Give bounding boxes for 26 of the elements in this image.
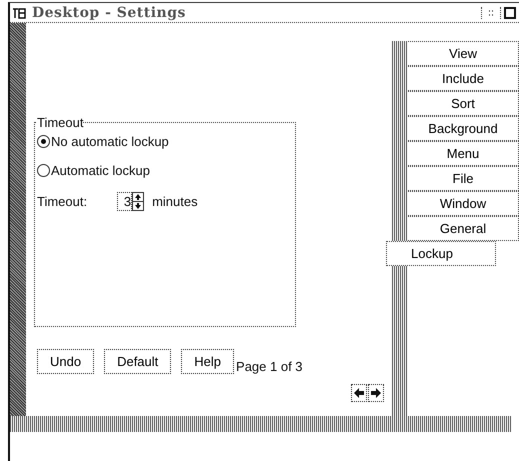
unit-label: minutes [152, 194, 198, 209]
notebook-tab[interactable]: Menu [408, 141, 519, 166]
notebook-tab[interactable]: Include [408, 66, 519, 91]
notebook-tab[interactable]: Window [408, 191, 519, 216]
page-info: Page 1 of 3 [236, 359, 303, 374]
notebook-tab[interactable]: File [408, 166, 519, 191]
system-menu-icon[interactable] [12, 6, 26, 18]
notebook-tab[interactable]: General [408, 216, 519, 241]
next-page-button[interactable] [368, 384, 384, 402]
notebook-tab[interactable]: View [408, 41, 519, 66]
radio-button[interactable] [37, 164, 50, 177]
notebook-tab[interactable]: Lockup [386, 241, 496, 266]
maximize-icon[interactable] [500, 6, 519, 18]
group-title: Timeout [37, 115, 84, 130]
previous-page-button[interactable] [351, 384, 367, 402]
radio-label[interactable]: No automatic lockup [51, 134, 169, 149]
radio-button[interactable] [37, 135, 50, 148]
page-button[interactable]: Help [181, 349, 234, 374]
spin-arrows-icon[interactable] [132, 192, 144, 211]
notebook-tab[interactable]: Background [408, 116, 519, 141]
radio-label[interactable]: Automatic lockup [51, 163, 150, 178]
timeout-label: Timeout: [37, 194, 88, 209]
page-button[interactable]: Undo [37, 349, 94, 374]
window-title: Desktop - Settings [32, 4, 187, 20]
notebook-tab[interactable]: Sort [408, 91, 519, 116]
page-button[interactable]: Default [104, 349, 172, 374]
